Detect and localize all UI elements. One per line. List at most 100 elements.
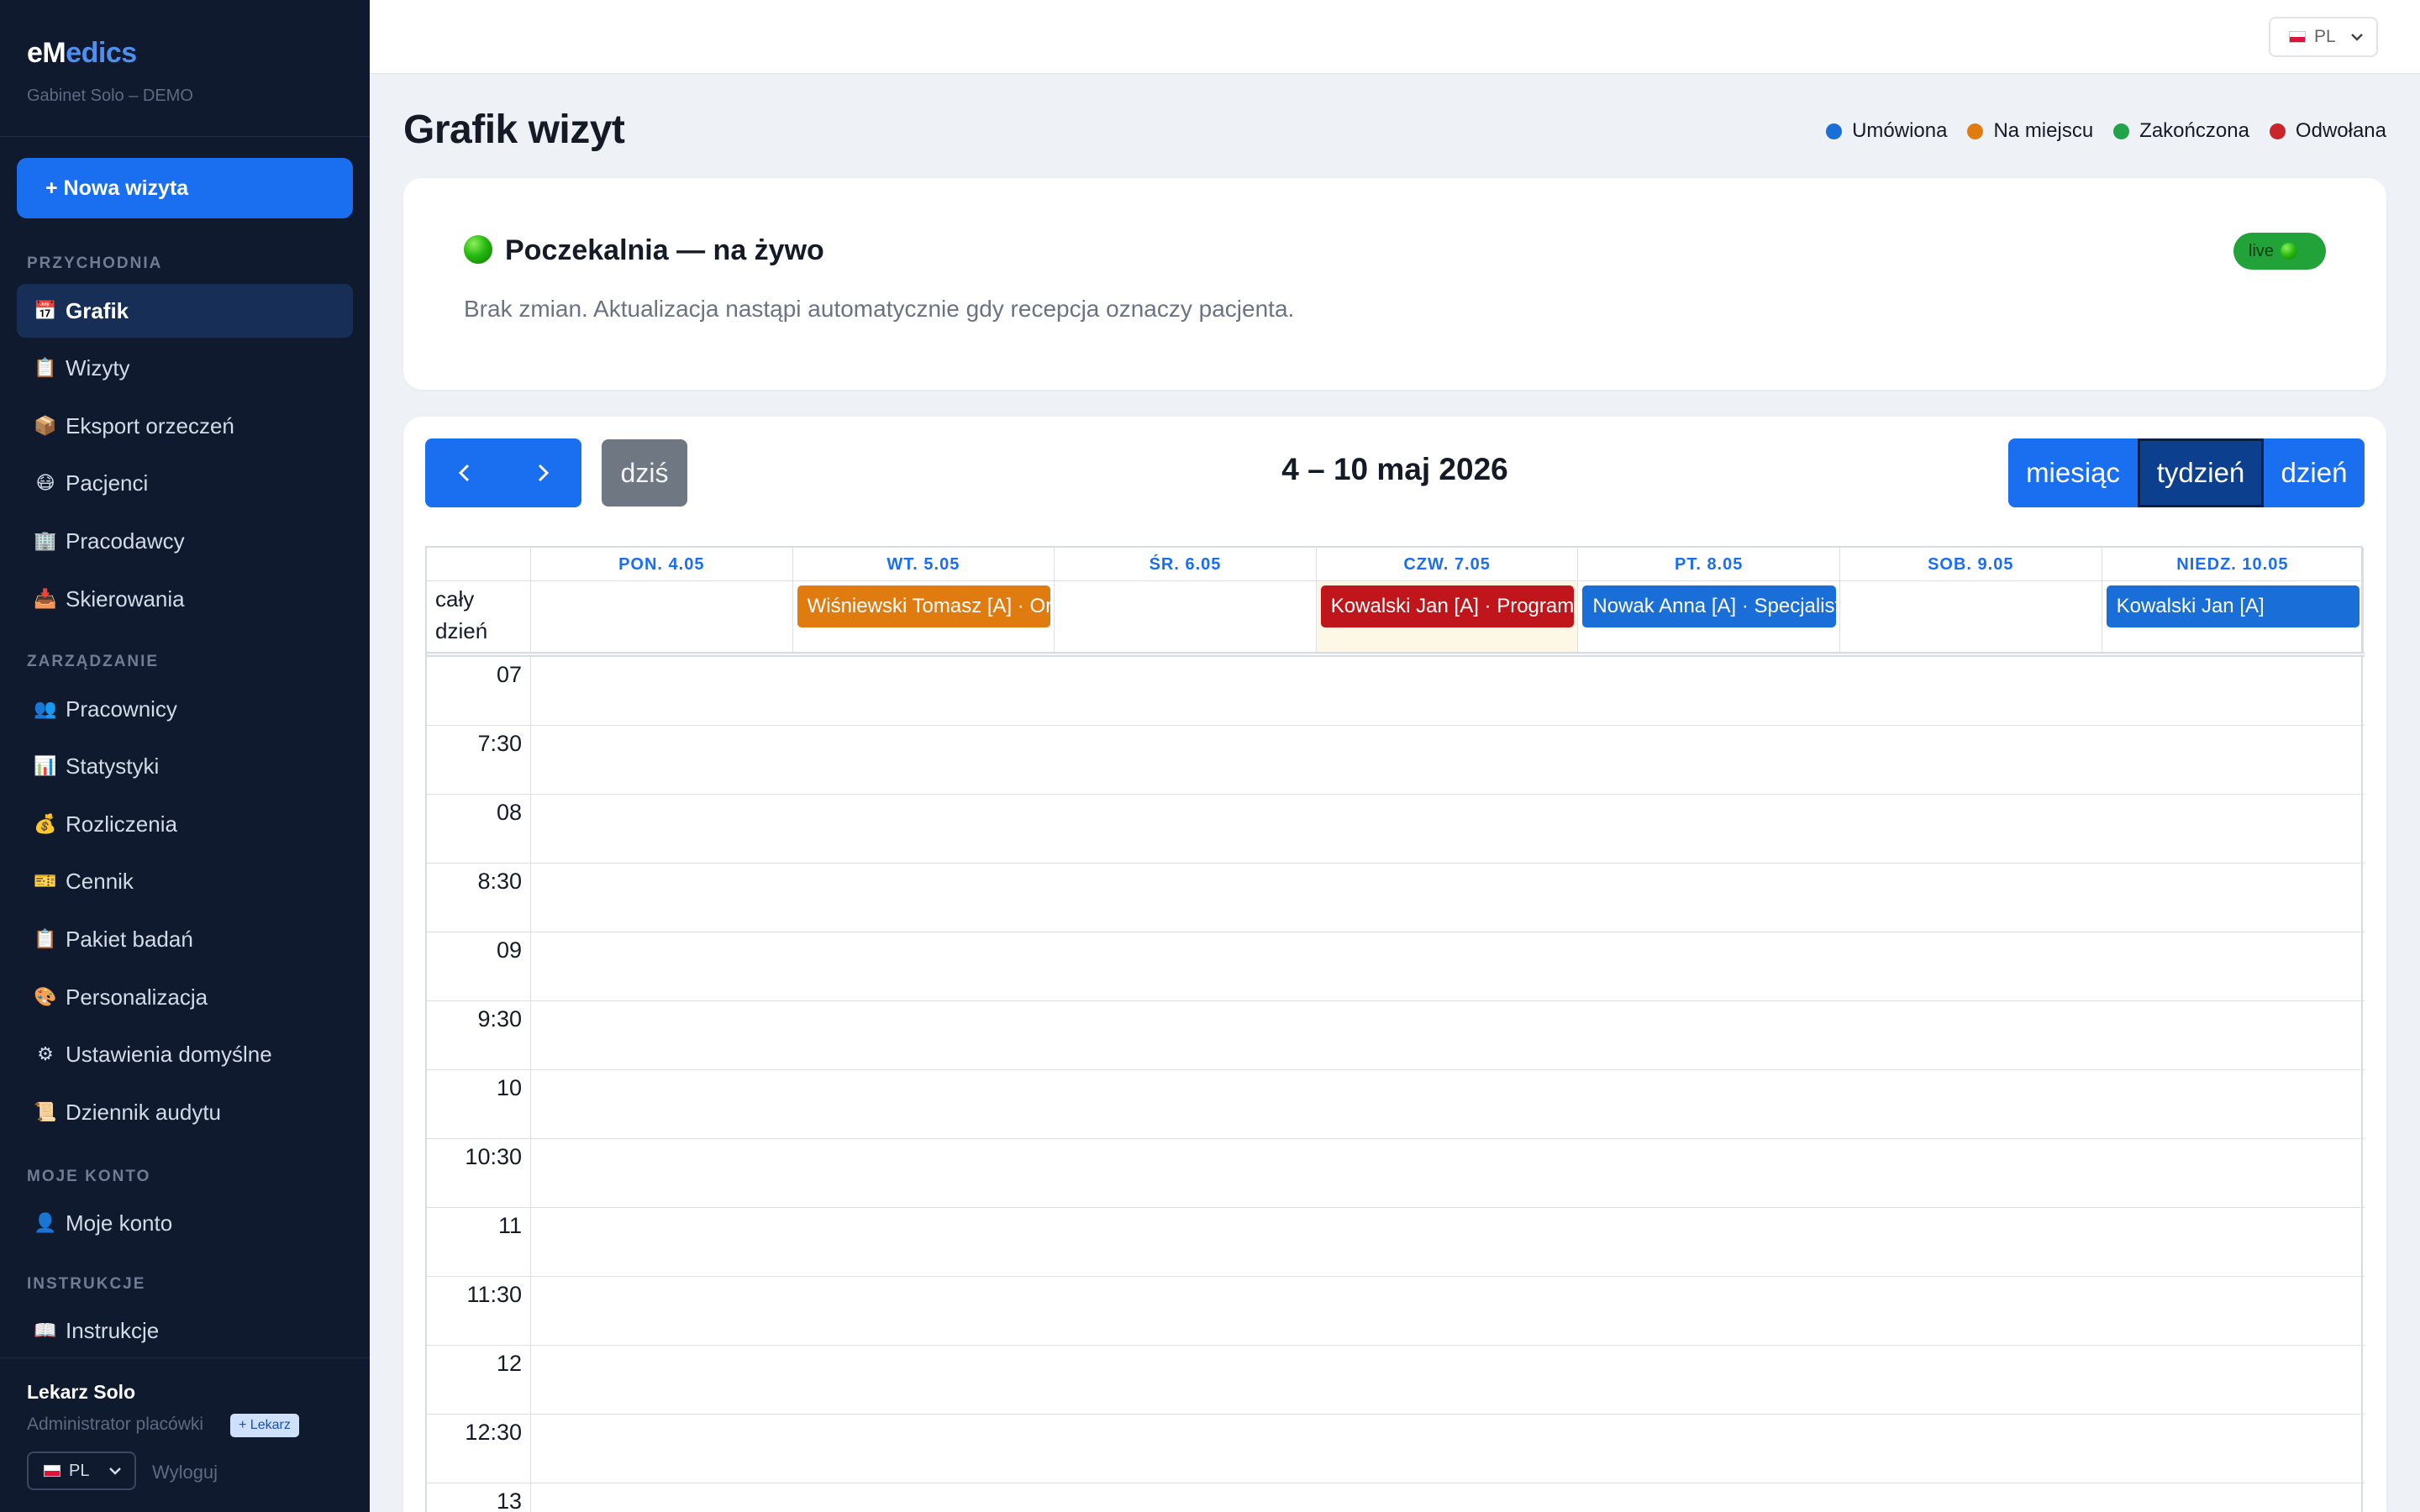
time-slot-row[interactable]: 09 xyxy=(427,932,2365,1001)
day-header[interactable]: PON. 4.05 xyxy=(531,548,793,581)
poland-flag-icon xyxy=(2289,31,2306,43)
time-label: 09 xyxy=(427,932,531,1001)
patient-face-icon: 😷 xyxy=(35,472,55,493)
time-slot-row[interactable]: 10 xyxy=(427,1070,2365,1139)
inbox-tray-icon: 📥 xyxy=(34,588,57,609)
user-role: Administrator placówki xyxy=(27,1415,204,1434)
sidebar-item-label: Ustawienia domyślne xyxy=(66,1041,272,1067)
sidebar-item-pracodawcy[interactable]: 🏢 Pracodawcy xyxy=(17,514,353,568)
calendar-event[interactable]: Kowalski Jan [A] xyxy=(2106,585,2360,627)
language-select-value: PL xyxy=(2314,27,2336,46)
view-button-week[interactable]: tydzień xyxy=(2138,438,2264,507)
sidebar-item-pracownicy[interactable]: 👥 Pracownicy xyxy=(17,682,353,736)
sidebar-section-title: INSTRUKCJE xyxy=(27,1275,146,1293)
day-header[interactable]: ŚR. 6.05 xyxy=(1055,548,1317,581)
sidebar-item-pacjenci[interactable]: 😷 Pacjenci xyxy=(17,456,353,510)
language-select-value: PL xyxy=(69,1461,90,1480)
live-badge-label: live xyxy=(2249,241,2275,260)
chevron-down-icon xyxy=(2351,34,2363,41)
palette-icon: 🎨 xyxy=(34,986,57,1007)
brand-logo[interactable]: eMedics xyxy=(27,37,137,70)
gear-icon: ⚙ xyxy=(37,1043,54,1064)
sidebar-item-label: Wizyty xyxy=(66,354,130,381)
sidebar-section-title: ZARZĄDZANIE xyxy=(27,653,160,670)
time-slot-row[interactable]: 08 xyxy=(427,795,2365,864)
clipboard-icon: 📋 xyxy=(34,357,57,378)
sidebar-item-rozliczenia[interactable]: 💰 Rozliczenia xyxy=(17,797,353,851)
time-label: 10:30 xyxy=(427,1139,531,1208)
time-slot-row[interactable]: 07 xyxy=(427,657,2365,726)
all-day-cell[interactable] xyxy=(531,581,793,652)
day-header[interactable]: PT. 8.05 xyxy=(1578,548,1840,581)
sidebar-item-skierowania[interactable]: 📥 Skierowania xyxy=(17,572,353,626)
sidebar-item-pakiet-badań[interactable]: 📋 Pakiet badań xyxy=(17,912,353,966)
sidebar-item-eksport-orzeczeń[interactable]: 📦 Eksport orzeczeń xyxy=(17,399,353,453)
role-badge: + Lekarz xyxy=(230,1414,299,1437)
office-building-icon: 🏢 xyxy=(34,530,57,551)
legend-label: Na miejscu xyxy=(1993,119,2094,142)
legend-dot xyxy=(2269,123,2286,139)
sidebar-section-title: MOJE KONTO xyxy=(27,1168,151,1185)
view-button-day[interactable]: dzień xyxy=(2264,438,2365,507)
day-header[interactable]: WT. 5.05 xyxy=(792,548,1055,581)
top-bar: PL xyxy=(370,0,2420,74)
new-visit-button[interactable]: + Nowa wizyta xyxy=(17,158,353,218)
live-badge: live xyxy=(2233,233,2326,270)
waiting-room-message: Brak zmian. Aktualizacja nastąpi automat… xyxy=(464,296,1295,322)
sidebar-item-label: Eksport orzeczeń xyxy=(66,412,234,438)
sidebar-item-label: Skierowania xyxy=(66,585,185,612)
grid-corner xyxy=(427,548,531,581)
day-header[interactable]: SOB. 9.05 xyxy=(1840,548,2102,581)
page-title: Grafik wizyt xyxy=(403,108,625,152)
sidebar-item-wizyty[interactable]: 📋 Wizyty xyxy=(17,341,353,395)
user-name: Lekarz Solo xyxy=(27,1381,136,1403)
time-slot-row[interactable]: 12:30 xyxy=(427,1415,2365,1483)
legend-label: Odwołana xyxy=(2295,119,2386,142)
bar-chart-icon: 📊 xyxy=(34,755,57,776)
time-label: 8:30 xyxy=(427,864,531,932)
poland-flag-icon xyxy=(44,1465,60,1477)
sidebar-divider xyxy=(0,1357,370,1358)
sidebar-item-label: Moje konto xyxy=(66,1210,173,1236)
time-slot-row[interactable]: 11 xyxy=(427,1208,2365,1277)
sidebar-item-dziennik-audytu[interactable]: 📜 Dziennik audytu xyxy=(17,1085,353,1139)
sidebar-item-personalizacja[interactable]: 🎨 Personalizacja xyxy=(17,970,353,1024)
money-bag-icon: 💰 xyxy=(34,813,57,834)
all-day-cell[interactable] xyxy=(1840,581,2102,652)
calendar-event[interactable]: Nowak Anna [A] · Specjalista xyxy=(1582,585,1836,627)
package-icon: 📦 xyxy=(34,415,57,436)
open-book-icon: 📖 xyxy=(34,1320,57,1341)
clipboard-icon: 📋 xyxy=(34,928,57,949)
time-slot-row[interactable]: 12 xyxy=(427,1346,2365,1415)
time-slot-row[interactable]: 10:30 xyxy=(427,1139,2365,1208)
time-label: 11:30 xyxy=(427,1277,531,1346)
sidebar-item-ustawienia-domyślne[interactable]: ⚙ Ustawienia domyślne xyxy=(17,1027,353,1081)
sidebar-item-statystyki[interactable]: 📊 Statystyki xyxy=(17,739,353,793)
green-circle-icon xyxy=(464,235,492,264)
time-slot-row[interactable]: 13 xyxy=(427,1483,2365,1512)
time-slot-row[interactable]: 9:30 xyxy=(427,1001,2365,1070)
calendar-event[interactable]: Kowalski Jan [A] · Program xyxy=(1320,585,1575,627)
time-slot-row[interactable]: 7:30 xyxy=(427,726,2365,795)
green-circle-icon xyxy=(2281,243,2298,260)
legend-item: Odwołana xyxy=(2269,119,2386,143)
logout-link[interactable]: Wyloguj xyxy=(152,1462,218,1483)
day-header[interactable]: NIEDZ. 10.05 xyxy=(2102,548,2365,581)
time-slot-row[interactable]: 11:30 xyxy=(427,1277,2365,1346)
language-select[interactable]: PL xyxy=(27,1452,136,1490)
time-slot-row[interactable]: 8:30 xyxy=(427,864,2365,932)
sidebar-item-label: Rozliczenia xyxy=(66,811,177,837)
time-label: 10 xyxy=(427,1070,531,1139)
legend-label: Umówiona xyxy=(1852,119,1948,142)
language-select[interactable]: PL xyxy=(2269,17,2378,57)
sidebar-item-cennik[interactable]: 🎫 Cennik xyxy=(17,854,353,908)
sidebar-item-grafik[interactable]: 📅 Grafik xyxy=(17,284,353,338)
view-button-month[interactable]: miesiąc xyxy=(2008,438,2138,507)
sidebar-item-label: Pracodawcy xyxy=(66,528,185,554)
calendar-event[interactable]: Wiśniewski Tomasz [A] · Orzeczenie xyxy=(797,585,1051,627)
all-day-cell[interactable] xyxy=(1055,581,1317,652)
sidebar-item-instrukcje[interactable]: 📖 Instrukcje xyxy=(17,1304,353,1357)
sidebar-item-moje-konto[interactable]: 👤 Moje konto xyxy=(17,1196,353,1250)
day-header[interactable]: CZW. 7.05 xyxy=(1316,548,1579,581)
sidebar-item-label: Dziennik audytu xyxy=(66,1099,221,1125)
